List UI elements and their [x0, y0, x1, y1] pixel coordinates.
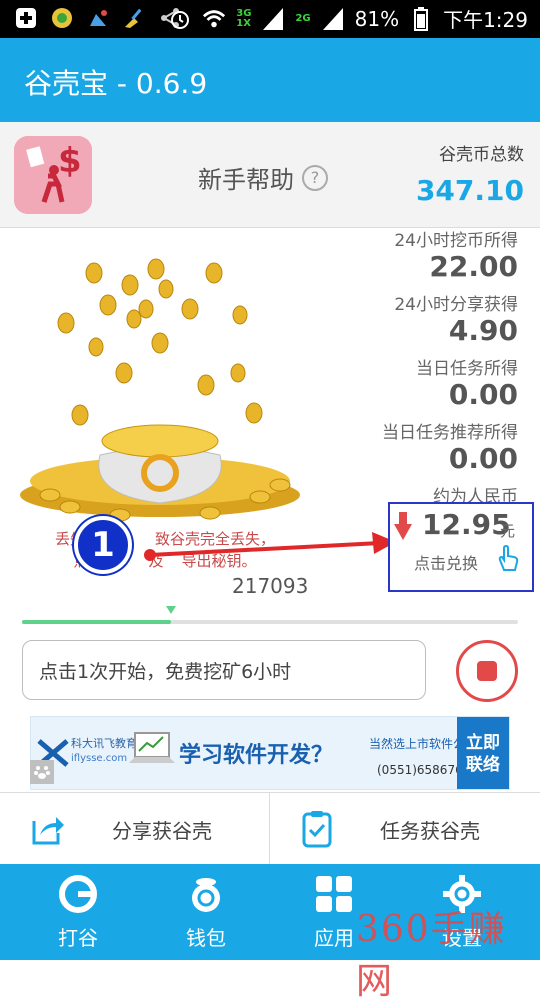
- start-mining-field[interactable]: 点击1次开始，免费挖矿6小时: [22, 640, 426, 700]
- nav-label-wallet: 钱包: [186, 926, 226, 950]
- tap-hand-icon: [498, 544, 519, 571]
- earn-actions: 分享获谷壳 任务获谷壳: [0, 792, 540, 865]
- gukey-logo-icon: [59, 875, 97, 913]
- stop-icon: [477, 661, 497, 681]
- nav-item-wallet[interactable]: 钱包: [146, 874, 266, 954]
- nav-label-dagu: 打谷: [58, 926, 98, 950]
- share-box-icon: [32, 817, 64, 845]
- ad-headline: 学习软件开发？: [179, 743, 334, 768]
- task-earn-button[interactable]: 任务获谷壳: [270, 793, 540, 865]
- share-earn-button[interactable]: 分享获谷壳: [0, 793, 270, 865]
- annotation-step-marker: 1: [74, 516, 132, 574]
- user-id: 217093: [232, 574, 309, 598]
- ad-brand: 科大讯飞教育: [71, 737, 137, 750]
- rmb-unit: 元: [500, 522, 516, 540]
- share-earn-label: 分享获谷壳: [112, 818, 212, 843]
- mining-progress-fill: [22, 620, 171, 624]
- task-earn-label: 任务获谷壳: [380, 818, 480, 843]
- rmb-value: 12.95: [422, 508, 511, 541]
- clipboard-check-icon: [302, 811, 332, 848]
- laptop-icon: [129, 732, 175, 763]
- down-arrow-icon: [394, 512, 412, 540]
- mining-progress: [22, 606, 518, 624]
- stop-button[interactable]: [456, 640, 518, 702]
- ad-site: iflysse.com: [71, 753, 128, 764]
- ad-banner[interactable]: 科大讯飞教育 iflysse.com 学习软件开发？ 当然选上市软件公司 (05…: [30, 716, 510, 790]
- ad-paw-icon[interactable]: [30, 760, 54, 784]
- nav-item-dagu[interactable]: 打谷: [18, 874, 138, 954]
- wallet-icon: [192, 878, 220, 912]
- watermark-text: 360手赚网: [356, 909, 507, 1002]
- exchange-hint: 点击兑换: [414, 554, 479, 573]
- apps-grid-icon: [316, 876, 352, 912]
- exchange-button[interactable]: 12.95 元 点击兑换: [388, 502, 534, 592]
- progress-marker: [165, 606, 176, 614]
- ad-contact-button[interactable]: 立即 联络: [457, 717, 509, 789]
